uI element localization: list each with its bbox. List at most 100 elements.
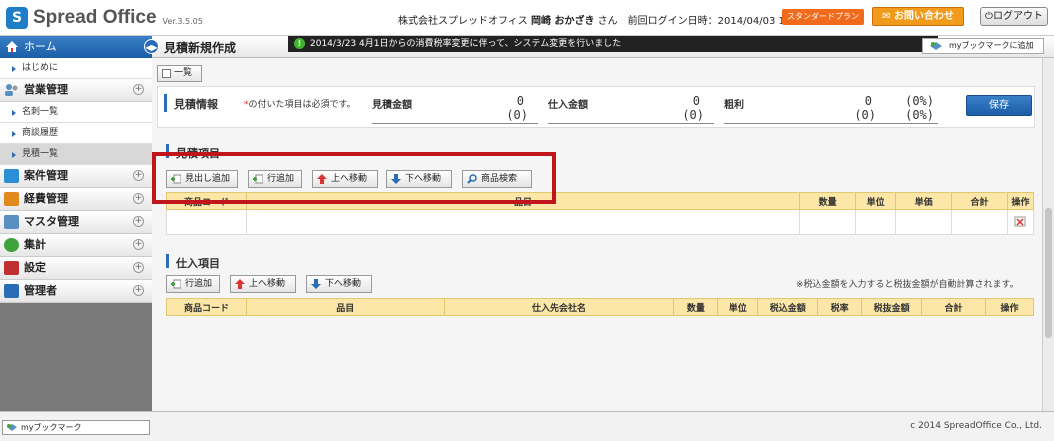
scrollbar-thumb[interactable] xyxy=(1045,208,1052,338)
home-icon xyxy=(6,41,18,52)
user-info: 株式会社スプレッドオフィス 岡崎 おかざき さん 前回ログイン日時：2014/0… xyxy=(398,12,823,27)
expand-icon[interactable]: + xyxy=(133,239,144,250)
copyright: c 2014 SpreadOffice Co., Ltd. xyxy=(910,421,1042,431)
col-actions: 操作 xyxy=(984,298,1035,316)
col-actions: 操作 xyxy=(1006,192,1035,210)
mail-icon: ✉ xyxy=(882,11,894,22)
gross-profit-sub: (0) xyxy=(854,108,876,122)
sidebar-item-estimates[interactable]: 見積一覧 xyxy=(0,144,152,165)
highlight-annotation xyxy=(152,152,556,204)
version-label: Ver.3.5.05 xyxy=(162,16,203,26)
sidebar-item-history[interactable]: 商談履歴 xyxy=(0,123,152,144)
product-code-cell[interactable] xyxy=(166,209,247,235)
purchase-amount-value: 0 xyxy=(692,94,700,108)
required-note: *の付いた項目は必須です。 xyxy=(244,100,356,110)
arrow-up-icon xyxy=(235,279,245,289)
logo-icon: S xyxy=(6,7,28,29)
expand-icon[interactable]: + xyxy=(133,193,144,204)
sidebar-group-master[interactable]: マスタ管理 + xyxy=(0,211,152,234)
sidebar-group-projects[interactable]: 案件管理 + xyxy=(0,165,152,188)
notice-banner[interactable]: ! 2014/3/23 4月1日からの消費税率変更に伴って、システム変更を行いま… xyxy=(288,36,938,52)
actions-cell xyxy=(1006,209,1035,235)
contact-button[interactable]: ✉ お問い合わせ xyxy=(872,7,964,26)
col-unit: 単位 xyxy=(855,192,897,210)
expand-icon[interactable]: + xyxy=(133,216,144,227)
tools-icon xyxy=(4,261,19,275)
app-logo[interactable]: S Spread Office Ver.3.5.05 xyxy=(6,7,203,29)
col-tax-incl: 税込金額 xyxy=(757,298,819,316)
estimate-amount-value: 0 xyxy=(516,94,524,108)
col-quantity: 数量 xyxy=(673,298,719,316)
add-row-icon xyxy=(171,279,181,289)
folder-icon xyxy=(4,169,19,183)
purchase-items-title: 仕入項目 xyxy=(176,257,220,270)
power-icon: ⏻ xyxy=(985,11,993,22)
logout-button[interactable]: ⏻ログアウト xyxy=(980,7,1048,26)
expand-icon[interactable]: + xyxy=(133,170,144,181)
main-content: 一覧 見積情報 *の付いた項目は必須です。 見積金額 0 (0) 仕入金額 0 … xyxy=(152,58,1042,411)
col-unit-price: 単価 xyxy=(895,192,953,210)
bookmark-panel[interactable]: myブックマーク xyxy=(2,420,150,435)
sidebar-item-intro[interactable]: はじめに xyxy=(0,58,152,79)
wallet-icon xyxy=(4,192,19,206)
purchase-amount-sub: (0) xyxy=(682,108,704,122)
bookmark-icon xyxy=(930,42,942,50)
user-name: 岡崎 おかざき xyxy=(531,16,595,27)
expand-icon[interactable]: + xyxy=(133,84,144,95)
sidebar: ホーム はじめに 営業管理 + 名刺一覧 商談履歴 見積一覧 案件管理 + 経費管… xyxy=(0,36,152,411)
title-bar: ◀▶ 見積新規作成 ! 2014/3/23 4月1日からの消費税率変更に伴って、… xyxy=(144,36,1054,58)
main-scrollbar[interactable] xyxy=(1042,58,1054,411)
purchase-move-down-button[interactable]: 下へ移動 xyxy=(306,275,372,293)
tax-note: ※税込金額を入力すると税抜金額が自動計算されます。 xyxy=(796,280,1019,290)
people-icon xyxy=(5,84,18,96)
item-cell[interactable] xyxy=(245,209,801,235)
delete-icon[interactable] xyxy=(1014,215,1026,227)
info-icon: ! xyxy=(294,38,305,49)
unit-cell[interactable] xyxy=(855,209,897,235)
purchase-amount-label: 仕入金額 xyxy=(548,100,588,111)
sidebar-group-admin[interactable]: 管理者 + xyxy=(0,280,152,303)
monitor-icon xyxy=(4,284,19,298)
purchase-items-table: 商品コード 品目 仕入先会社名 数量 単位 税込金額 税率 税抜金額 合計 操作 xyxy=(166,298,1035,316)
quantity-cell[interactable] xyxy=(799,209,857,235)
plan-badge: スタンダードプラン xyxy=(782,9,864,25)
gross-profit-value: 0 xyxy=(864,94,872,108)
top-header: S Spread Office Ver.3.5.05 株式会社スプレッドオフィス… xyxy=(0,0,1054,36)
list-icon xyxy=(162,69,171,78)
sidebar-group-settings[interactable]: 設定 + xyxy=(0,257,152,280)
company-name: 株式会社スプレッドオフィス xyxy=(398,16,528,27)
sidebar-group-reports[interactable]: 集計 + xyxy=(0,234,152,257)
sidebar-item-cards[interactable]: 名刺一覧 xyxy=(0,102,152,123)
expand-icon[interactable]: + xyxy=(133,285,144,296)
info-title: 見積情報 xyxy=(174,98,218,111)
col-quantity: 数量 xyxy=(799,192,857,210)
estimate-info-panel: 見積情報 *の付いた項目は必須です。 見積金額 0 (0) 仕入金額 0 (0)… xyxy=(157,86,1035,128)
bookmark-add-button[interactable]: myブックマークに追加 xyxy=(922,38,1044,54)
sidebar-group-expenses[interactable]: 経費管理 + xyxy=(0,188,152,211)
unit-price-cell[interactable] xyxy=(895,209,953,235)
col-supplier: 仕入先会社名 xyxy=(443,298,675,316)
purchase-move-up-button[interactable]: 上へ移動 xyxy=(230,275,296,293)
purchase-add-row-button[interactable]: 行追加 xyxy=(166,275,220,293)
table-header-row: 商品コード 品目 仕入先会社名 数量 単位 税込金額 税率 税抜金額 合計 操作 xyxy=(166,298,1035,316)
col-unit: 単位 xyxy=(717,298,759,316)
col-tax-excl: 税抜金額 xyxy=(861,298,923,316)
section-marker xyxy=(166,254,169,268)
pie-chart-icon xyxy=(4,238,19,252)
col-total: 合計 xyxy=(951,192,1008,210)
sidebar-item-home[interactable]: ホーム xyxy=(0,36,152,58)
bookmark-icon xyxy=(7,424,17,431)
sidebar-group-sales[interactable]: 営業管理 + xyxy=(0,79,152,102)
col-product-code: 商品コード xyxy=(166,298,247,316)
col-total: 合計 xyxy=(921,298,986,316)
estimate-amount-sub: (0) xyxy=(506,108,528,122)
footer: myブックマーク c 2014 SpreadOffice Co., Ltd. xyxy=(0,411,1054,441)
gross-profit-pct-sub: (0%) xyxy=(905,108,934,122)
expand-icon[interactable]: + xyxy=(133,262,144,273)
table-row xyxy=(166,209,1035,235)
grid-icon xyxy=(4,215,19,229)
list-button[interactable]: 一覧 xyxy=(157,65,202,82)
save-button[interactable]: 保存 xyxy=(966,95,1032,116)
sidebar-toggle-button[interactable]: ◀▶ xyxy=(144,39,159,54)
col-item: 品目 xyxy=(245,298,445,316)
